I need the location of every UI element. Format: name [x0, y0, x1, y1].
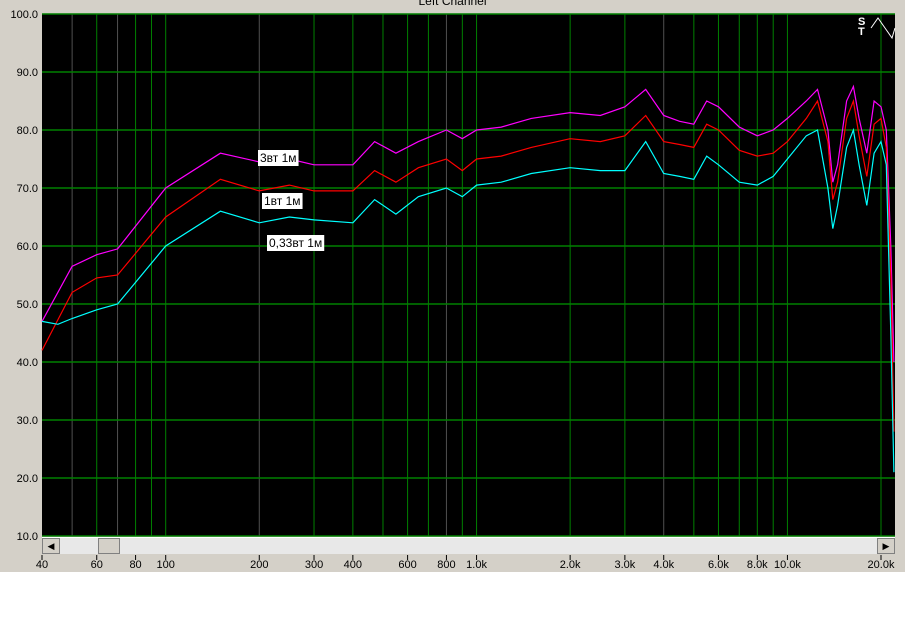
- y-tick-label: 90.0: [17, 67, 38, 79]
- x-tick-label: 100: [157, 559, 175, 571]
- frequency-response-chart: 100.0 90.0 80.0 70.0 60.0 50.0 40.0 30.0 20.0 10.…: [10, 9, 896, 571]
- y-tick-label: 50.0: [17, 299, 38, 311]
- x-tick-label: 4.0k: [653, 559, 674, 571]
- x-tick-label: 200: [250, 559, 268, 571]
- annotation-label: 3вт 1м: [258, 150, 299, 166]
- y-tick-label: 20.0: [17, 473, 38, 485]
- t-letter: T: [858, 26, 865, 38]
- chart-panel: Left Channel 100.0 90.0 80.0 70.0 60.0 50.0 40…: [0, 0, 905, 572]
- x-tick-label: 8.0k: [747, 559, 768, 571]
- x-tick-label: 60: [91, 559, 103, 571]
- y-tick-label: 40.0: [17, 357, 38, 369]
- y-tick-label: 70.0: [17, 183, 38, 195]
- x-tick-label: 400: [344, 559, 362, 571]
- y-tick-label: 80.0: [17, 125, 38, 137]
- annotation-text: 0,33вт 1м: [269, 236, 322, 250]
- plot-area: [42, 14, 895, 536]
- scroll-right-button[interactable]: ▶: [877, 538, 895, 554]
- x-tick-label: 800: [437, 559, 455, 571]
- x-tick-label: 40: [36, 559, 48, 571]
- y-tick-label: 30.0: [17, 415, 38, 427]
- x-tick-label: 20.0k: [868, 559, 895, 571]
- x-tick-label: 3.0k: [614, 559, 635, 571]
- annotation-label: 1вт 1м: [262, 193, 303, 209]
- x-tick-label: 1.0k: [466, 559, 487, 571]
- side-control-strip[interactable]: [898, 100, 905, 290]
- x-tick-label: 10.0k: [774, 559, 801, 571]
- scroll-thumb[interactable]: [98, 538, 120, 554]
- x-tick-label: 80: [129, 559, 141, 571]
- y-tick-label: 10.0: [17, 531, 38, 543]
- x-tick-label: 6.0k: [708, 559, 729, 571]
- annotation-text: 1вт 1м: [264, 194, 301, 208]
- horizontal-scrollbar[interactable]: ◀ ▶: [42, 537, 895, 554]
- annotation-text: 3вт 1м: [260, 151, 297, 165]
- scroll-left-button[interactable]: ◀: [42, 538, 60, 554]
- y-tick-label: 100.0: [10, 9, 38, 21]
- x-tick-label: 2.0k: [560, 559, 581, 571]
- y-tick-label: 60.0: [17, 241, 38, 253]
- x-tick-label: 300: [305, 559, 323, 571]
- x-tick-label: 600: [398, 559, 416, 571]
- annotation-label: 0,33вт 1м: [267, 235, 325, 251]
